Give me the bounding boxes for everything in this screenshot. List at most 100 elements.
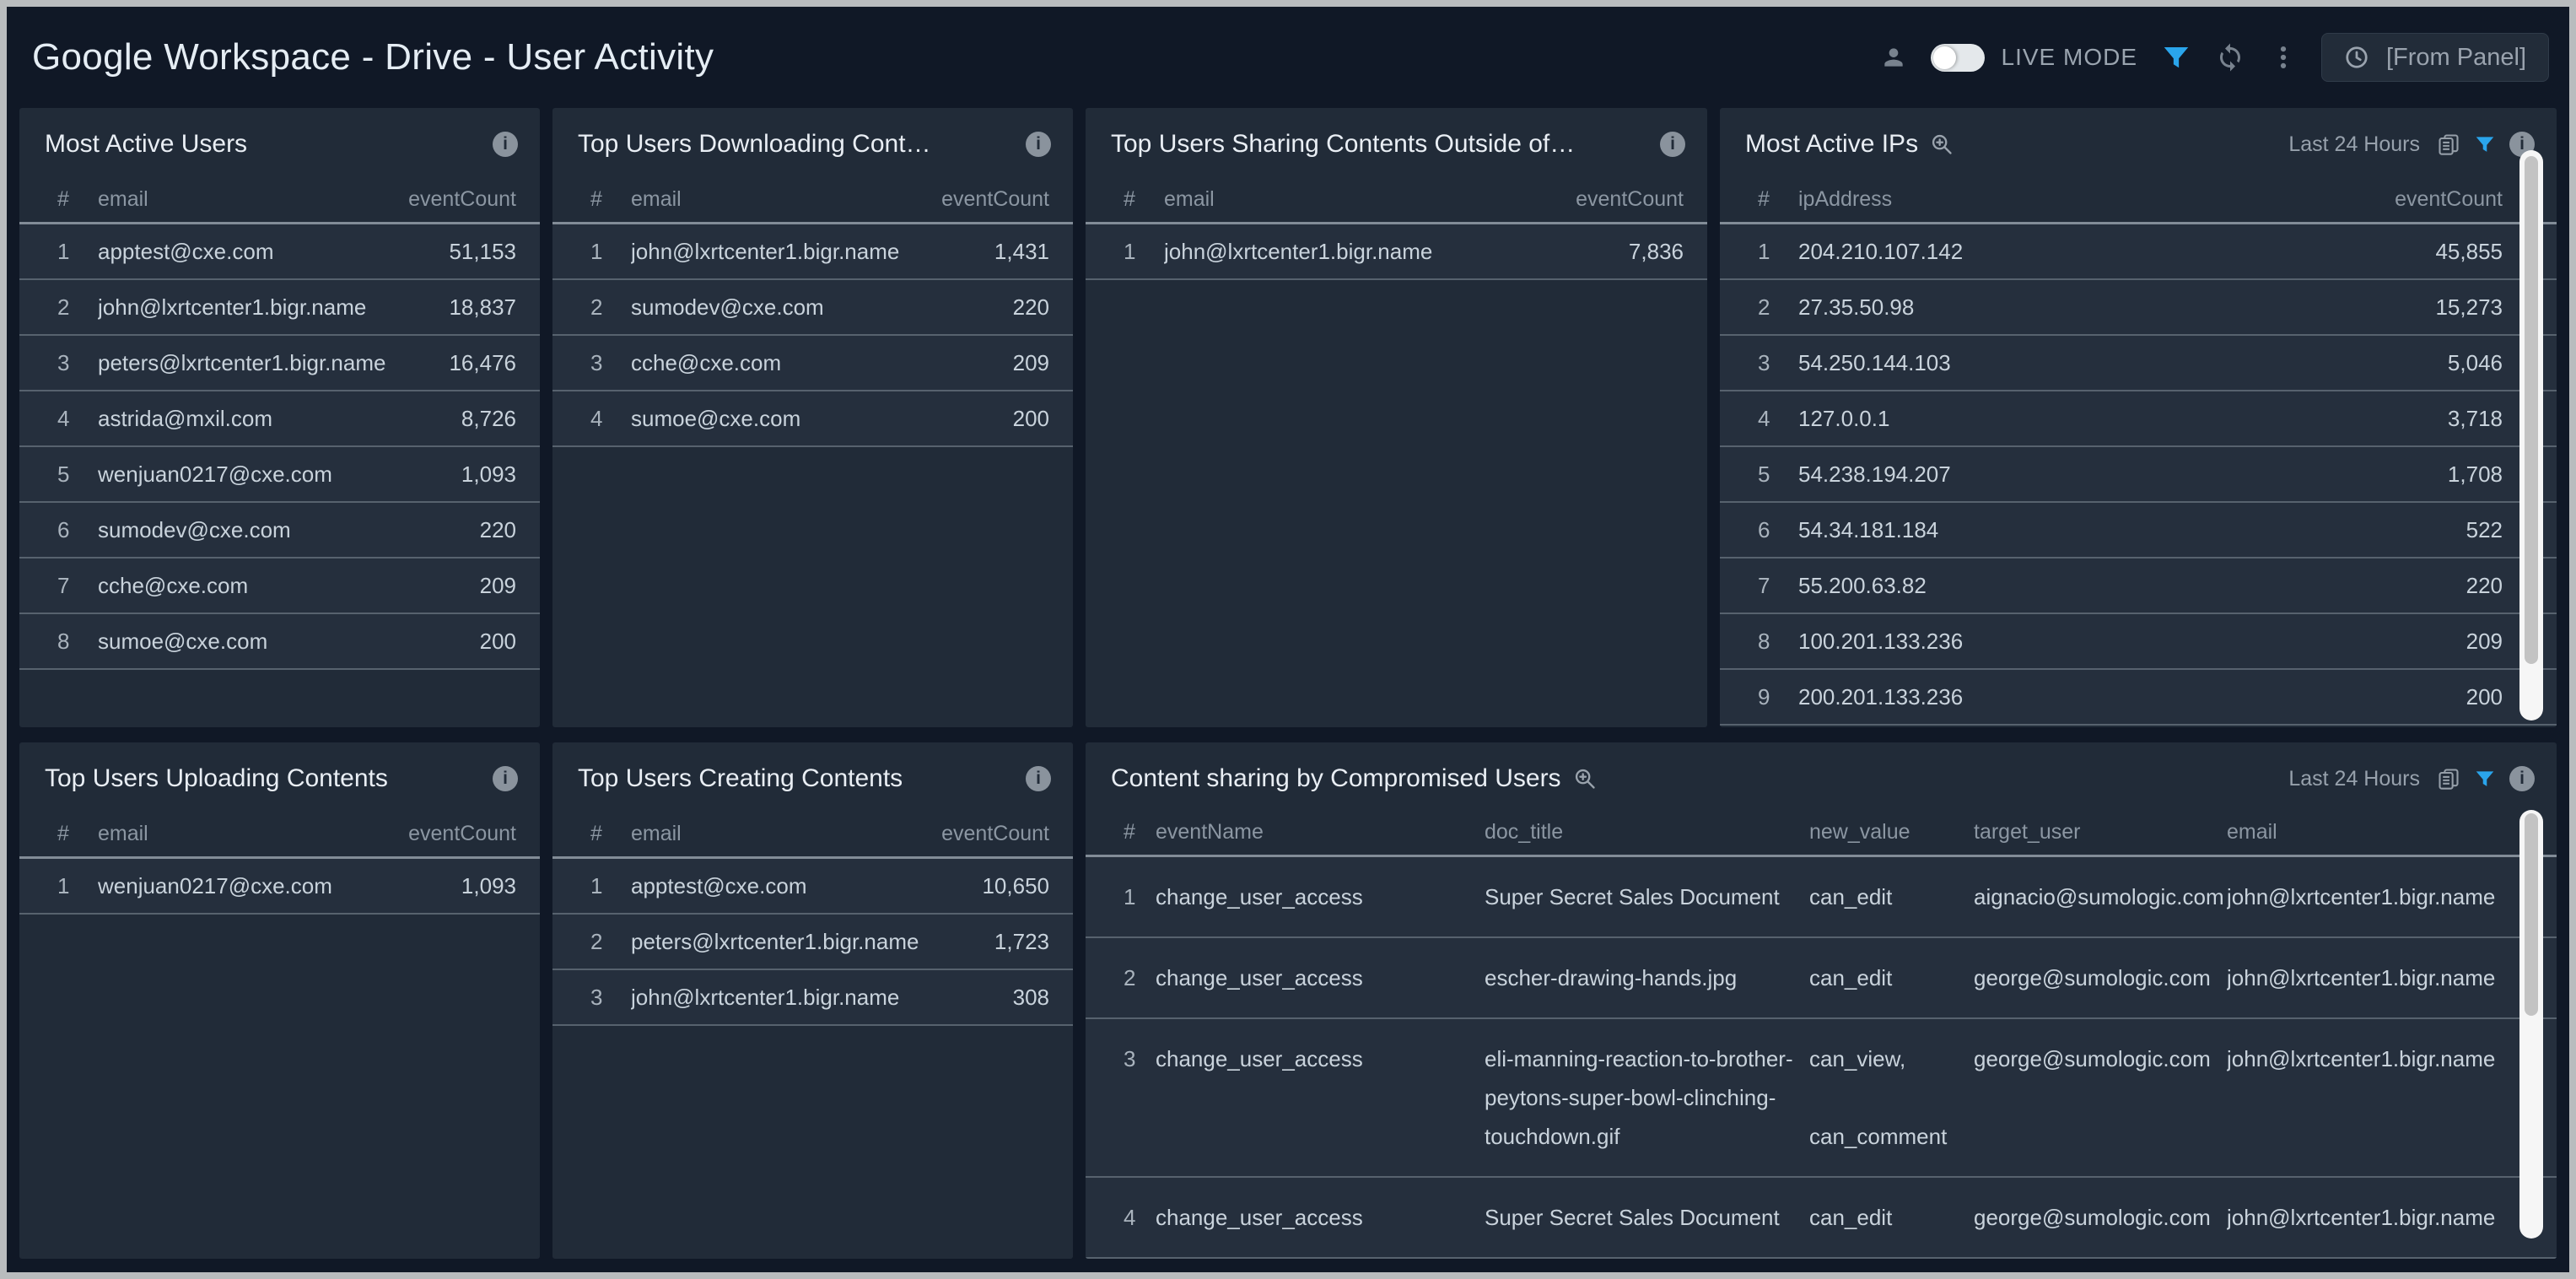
column-header: eventCount — [1566, 187, 1684, 212]
vertical-scrollbar[interactable] — [2519, 810, 2543, 1239]
table-row[interactable]: 554.238.194.2071,708 — [1720, 447, 2557, 503]
table-row[interactable]: 8100.201.133.236209 — [1720, 614, 2557, 670]
table-row[interactable]: 1apptest@cxe.com51,153 — [19, 224, 540, 280]
filter-icon[interactable] — [2474, 133, 2496, 155]
table-row[interactable]: 755.200.63.82220 — [1720, 559, 2557, 614]
table-cell: 27.35.50.98 — [1798, 294, 2385, 321]
table-cell: 1 — [1758, 239, 1798, 265]
info-icon[interactable]: i — [1026, 766, 1051, 791]
info-icon[interactable]: i — [2509, 766, 2535, 791]
table-row[interactable]: 1wenjuan0217@cxe.com1,093 — [19, 859, 540, 915]
table-cell: george@sumologic.com — [1974, 958, 2227, 997]
table-header-row: #ipAddresseventCount — [1720, 177, 2557, 224]
table-cell: 3 — [1124, 1039, 1156, 1078]
table-row[interactable]: 4astrida@mxil.com8,726 — [19, 391, 540, 447]
table-row[interactable]: 9200.201.133.236200 — [1720, 670, 2557, 726]
panel-time-range[interactable]: Last 24 Hours — [2288, 767, 2420, 791]
table-header-row: #emaileventCount — [19, 812, 540, 859]
table-row[interactable]: 1apptest@cxe.com10,650 — [552, 859, 1073, 915]
panel-row-1: Most Active Users i #emaileventCount1app… — [19, 108, 2557, 727]
dashboard-root: { "header": { "title": "Google Workspace… — [0, 0, 2576, 1279]
table-row[interactable]: 4sumoe@cxe.com200 — [552, 391, 1073, 447]
table-cell: 209 — [398, 573, 516, 599]
table-row[interactable]: 3cche@cxe.com209 — [552, 336, 1073, 391]
table-row[interactable]: 354.250.144.1035,046 — [1720, 336, 2557, 391]
table-cell: 5,046 — [2385, 350, 2503, 376]
table-row[interactable]: 1john@lxrtcenter1.bigr.name1,431 — [552, 224, 1073, 280]
zoom-in-icon[interactable] — [1573, 767, 1597, 791]
zoom-in-icon[interactable] — [1930, 132, 1954, 156]
table-cell: aignacio@sumologic.com — [1974, 877, 2227, 916]
table-cell: 54.250.144.103 — [1798, 350, 2385, 376]
panel-top-users-creating: Top Users Creating Contents i #emaileven… — [552, 742, 1073, 1259]
table-cell: 15,273 — [2385, 294, 2503, 321]
table-cell: 220 — [931, 294, 1049, 321]
top-users-sharing-table: #emaileventCount1john@lxrtcenter1.bigr.n… — [1086, 177, 1707, 280]
most-active-ips-table: #ipAddresseventCount1204.210.107.14245,8… — [1720, 177, 2557, 726]
table-row[interactable]: 2peters@lxrtcenter1.bigr.name1,723 — [552, 915, 1073, 970]
column-header: # — [1124, 187, 1164, 212]
info-icon[interactable]: i — [493, 766, 518, 791]
table-cell: can_edit — [1809, 877, 1974, 916]
table-cell: 55.200.63.82 — [1798, 573, 2385, 599]
pages-icon[interactable] — [2437, 767, 2460, 791]
table-cell: 200 — [931, 406, 1049, 432]
clock-icon — [2344, 45, 2369, 70]
table-row[interactable]: 3change_user_accesseli-manning-reaction-… — [1086, 1019, 2557, 1178]
table-cell: john@lxrtcenter1.bigr.name — [631, 985, 931, 1011]
table-row[interactable]: 8sumoe@cxe.com200 — [19, 614, 540, 670]
table-cell: 2 — [1758, 294, 1798, 321]
table-row[interactable]: 3john@lxrtcenter1.bigr.name308 — [552, 970, 1073, 1026]
scrollbar-thumb[interactable] — [2525, 156, 2538, 664]
table-row[interactable]: 2john@lxrtcenter1.bigr.name18,837 — [19, 280, 540, 336]
panel-top-users-downloading: Top Users Downloading Cont… i #emaileven… — [552, 108, 1073, 727]
panel-header: Most Active Users i — [19, 108, 540, 159]
table-cell: apptest@cxe.com — [631, 873, 931, 899]
table-row[interactable]: 4127.0.0.13,718 — [1720, 391, 2557, 447]
column-header: eventCount — [2385, 187, 2503, 212]
live-mode-toggle[interactable] — [1931, 44, 1985, 72]
table-cell: 6 — [1758, 517, 1798, 543]
table-cell: Super Secret Sales Document — [1485, 877, 1809, 916]
table-row[interactable]: 6sumodev@cxe.com220 — [19, 503, 540, 559]
filter-icon[interactable] — [2161, 42, 2191, 73]
table-row[interactable]: 2change_user_accessescher-drawing-hands.… — [1086, 938, 2557, 1019]
table-row[interactable]: 1204.210.107.14245,855 — [1720, 224, 2557, 280]
info-icon[interactable]: i — [493, 132, 518, 157]
refresh-icon[interactable] — [2215, 42, 2245, 73]
column-header: # — [57, 187, 98, 212]
table-row[interactable]: 7cche@cxe.com209 — [19, 559, 540, 614]
table-cell: 1 — [57, 239, 98, 265]
vertical-scrollbar[interactable] — [2519, 150, 2543, 720]
table-row[interactable]: 4change_user_accessSuper Secret Sales Do… — [1086, 1178, 2557, 1259]
table-row[interactable]: 5wenjuan0217@cxe.com1,093 — [19, 447, 540, 503]
filter-icon[interactable] — [2474, 768, 2496, 790]
column-header: # — [57, 822, 98, 846]
panel-title: Top Users Sharing Contents Outside of… — [1111, 130, 1575, 159]
table-row[interactable]: 1change_user_accessSuper Secret Sales Do… — [1086, 857, 2557, 938]
table-row[interactable]: 3peters@lxrtcenter1.bigr.name16,476 — [19, 336, 540, 391]
scrollbar-thumb[interactable] — [2525, 813, 2538, 1016]
table-cell: 200.201.133.236 — [1798, 684, 2385, 710]
info-icon[interactable]: i — [1660, 132, 1685, 157]
panel-header: Top Users Creating Contents i — [552, 742, 1073, 793]
table-cell: george@sumologic.com — [1974, 1198, 2227, 1237]
table-cell: sumoe@cxe.com — [631, 406, 931, 432]
table-cell: george@sumologic.com — [1974, 1039, 2227, 1078]
panel-time-range[interactable]: Last 24 Hours — [2288, 132, 2420, 157]
table-cell: 220 — [398, 517, 516, 543]
toggle-knob — [1933, 46, 1956, 69]
pages-icon[interactable] — [2437, 132, 2460, 156]
table-cell: 45,855 — [2385, 239, 2503, 265]
table-row[interactable]: 2sumodev@cxe.com220 — [552, 280, 1073, 336]
table-row[interactable]: 227.35.50.9815,273 — [1720, 280, 2557, 336]
page-title: Google Workspace - Drive - User Activity — [32, 36, 714, 78]
table-row[interactable]: 654.34.181.184522 — [1720, 503, 2557, 559]
table-row[interactable]: 1john@lxrtcenter1.bigr.name7,836 — [1086, 224, 1707, 280]
table-cell: 4 — [1124, 1198, 1156, 1237]
table-cell: 54.238.194.207 — [1798, 461, 2385, 488]
more-menu-icon[interactable] — [2269, 43, 2298, 72]
time-range-button[interactable]: [From Panel] — [2321, 33, 2549, 82]
info-icon[interactable]: i — [1026, 132, 1051, 157]
panel-most-active-users: Most Active Users i #emaileventCount1app… — [19, 108, 540, 727]
